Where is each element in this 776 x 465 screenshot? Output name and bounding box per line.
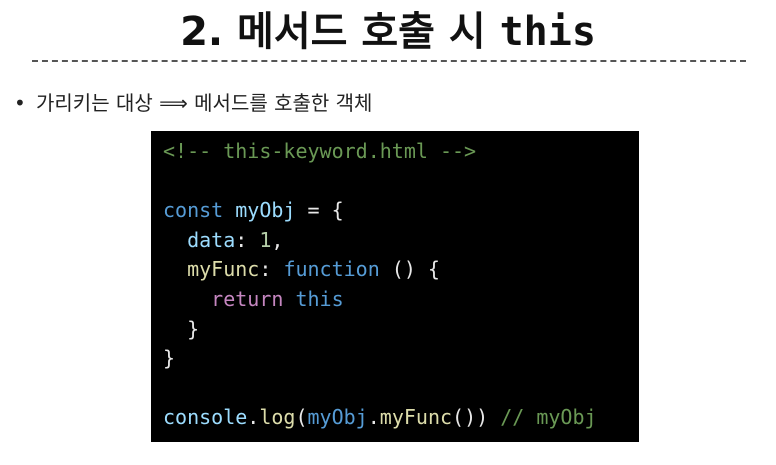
code-plain: : — [259, 257, 284, 282]
code-line-6: return this — [163, 285, 639, 315]
code-var-myobj: myObj — [235, 198, 296, 223]
code-keyword-return: return — [211, 286, 284, 311]
code-plain: : — [235, 227, 260, 252]
code-keyword-function: function — [283, 257, 380, 282]
code-comment: <!-- this-keyword.html --> — [163, 139, 477, 163]
code-plain: () { — [379, 257, 440, 282]
code-line-1: <!-- this-keyword.html --> — [163, 137, 639, 167]
code-comment: // myObj — [488, 405, 597, 430]
code-line-3: const myObj = { — [163, 196, 639, 226]
code-plain: ( — [295, 405, 308, 430]
title-divider — [32, 60, 746, 62]
code-brace: } — [163, 346, 176, 371]
code-block: <!-- this-keyword.html --> const myObj = … — [151, 131, 639, 442]
code-fn-log: log — [259, 405, 296, 430]
code-prop-myfunc: myFunc — [187, 257, 260, 282]
code-plain: , — [271, 227, 284, 252]
code-prop-data: data — [187, 227, 236, 252]
bullet-item: • 가리키는 대상 ⟹ 메서드를 호출한 객체 — [14, 88, 372, 118]
code-ref-myobj: myObj — [307, 405, 368, 430]
code-line-8: } — [163, 344, 639, 374]
slide-title-code: this — [499, 9, 596, 55]
code-keyword-this: this — [295, 286, 344, 311]
bullet-text: 가리키는 대상 ⟹ 메서드를 호출한 객체 — [36, 91, 373, 115]
code-keyword-const: const — [163, 198, 224, 223]
code-plain: . — [247, 405, 260, 430]
bullet-icon: • — [14, 91, 26, 115]
code-line-4: data: 1, — [163, 226, 639, 256]
code-brace: } — [187, 316, 200, 341]
code-line-5: myFunc: function () { — [163, 255, 639, 285]
code-plain: = { — [295, 198, 344, 223]
slide-title: 2. 메서드 호출 시 this — [0, 6, 776, 58]
code-plain: . — [367, 405, 380, 430]
slide-title-text: 2. 메서드 호출 시 — [180, 9, 500, 55]
code-line-10: console.log(myObj.myFunc()) // myObj — [163, 403, 639, 433]
code-console: console — [163, 405, 248, 430]
code-number: 1 — [259, 227, 272, 252]
code-line-7: } — [163, 315, 639, 345]
code-fn-myfunc: myFunc — [379, 405, 453, 430]
code-plain: ()) — [452, 405, 489, 430]
